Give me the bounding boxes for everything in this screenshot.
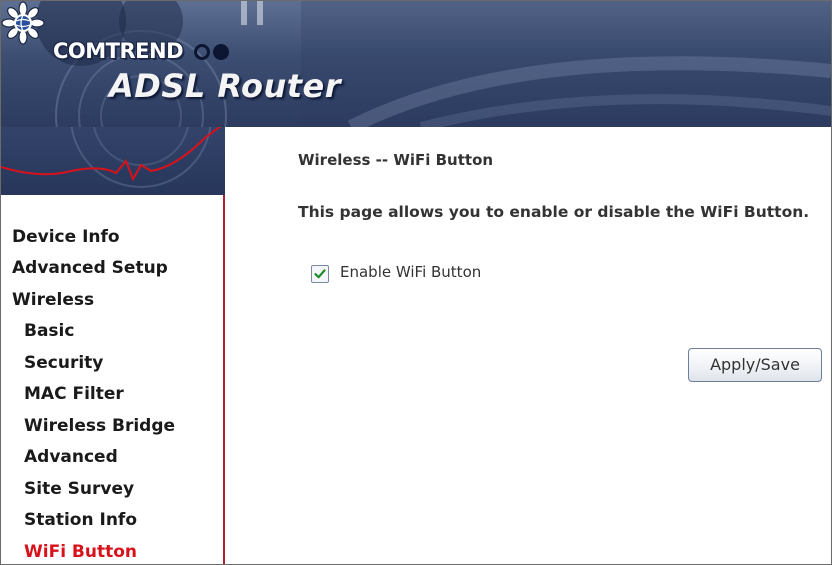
solid-dot-icon	[213, 43, 229, 60]
sidebar-item-station-info[interactable]: Station Info	[24, 510, 137, 530]
banner-extension	[1, 127, 225, 195]
pulse-line-graphic	[1, 127, 222, 188]
comtrend-logo-icon	[1, 1, 45, 45]
enable-wifi-button-label[interactable]: Enable WiFi Button	[340, 263, 481, 281]
enable-wifi-button-checkbox[interactable]	[311, 265, 329, 283]
sidebar-item-advanced[interactable]: Advanced	[24, 447, 118, 467]
company-logo-text: COMTREND	[53, 39, 184, 63]
router-page: COMTREND ADSL Router Device Info Advance…	[0, 0, 832, 565]
checkmark-icon	[314, 269, 326, 279]
logo-dots	[194, 41, 232, 60]
sidebar-item-security[interactable]: Security	[24, 353, 103, 373]
sidebar-item-advanced-setup[interactable]: Advanced Setup	[12, 258, 168, 278]
product-title: ADSL Router	[109, 67, 341, 105]
header-banner: COMTREND ADSL Router	[1, 1, 831, 127]
apply-save-button[interactable]: Apply/Save	[688, 348, 822, 382]
banner-artwork	[36, 1, 831, 127]
sidebar-item-basic[interactable]: Basic	[24, 321, 74, 341]
sidebar-item-site-survey[interactable]: Site Survey	[24, 479, 134, 499]
main-content: Wireless -- WiFi Button This page allows…	[225, 127, 831, 564]
page-description: This page allows you to enable or disabl…	[298, 203, 810, 221]
page-title: Wireless -- WiFi Button	[298, 151, 494, 169]
sidebar-item-wireless-bridge[interactable]: Wireless Bridge	[24, 416, 175, 436]
sidebar-item-device-info[interactable]: Device Info	[12, 227, 120, 247]
sidebar-item-wifi-button[interactable]: WiFi Button	[24, 542, 137, 562]
ring-dot-icon	[194, 43, 210, 60]
sidebar-item-wireless[interactable]: Wireless	[12, 290, 94, 310]
sidebar-nav: Device Info Advanced Setup Wireless Basi…	[1, 195, 225, 564]
sidebar-item-mac-filter[interactable]: MAC Filter	[24, 384, 124, 404]
